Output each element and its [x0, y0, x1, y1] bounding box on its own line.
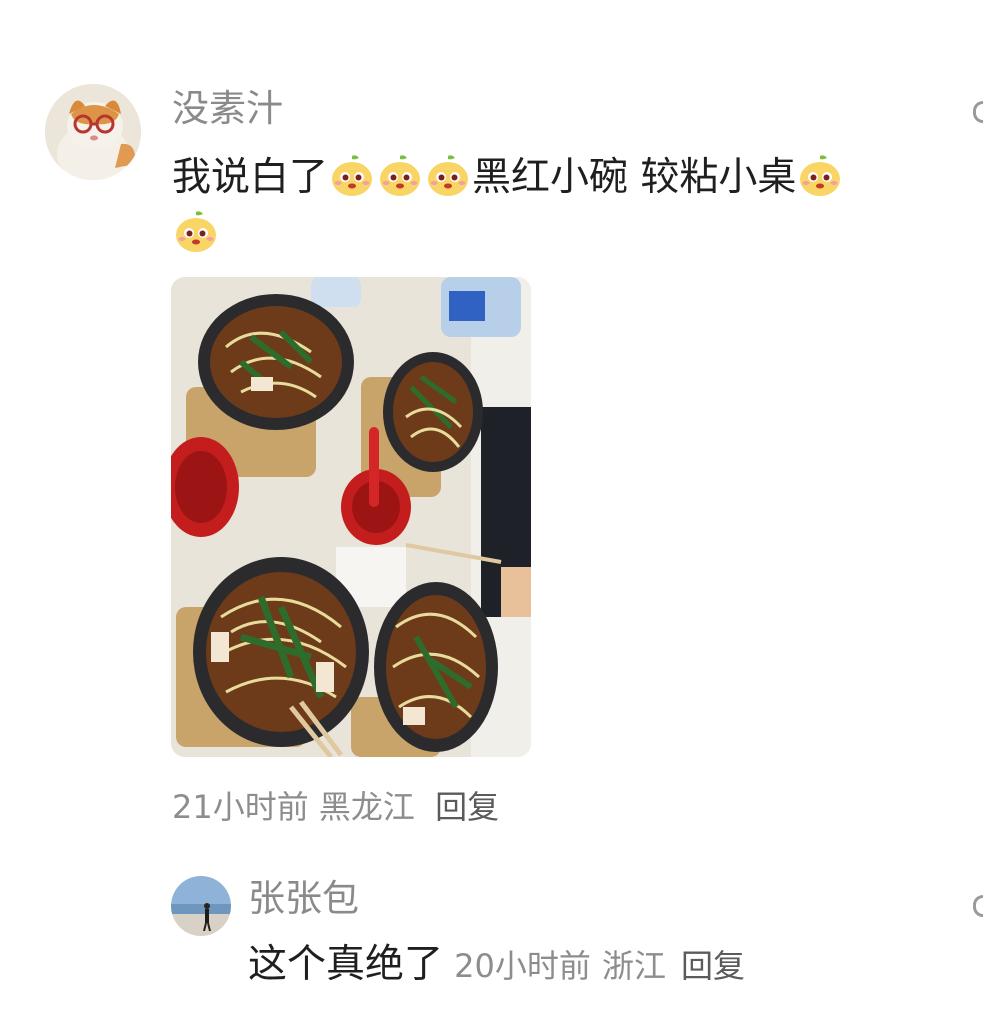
comment-text-part1: 我说白了	[172, 155, 329, 200]
cat-avatar-image	[45, 84, 141, 180]
beach-avatar-image	[171, 876, 231, 936]
reply-location: 浙江	[601, 947, 666, 985]
comment-meta: 21小时前 黑龙江 回复	[172, 786, 499, 828]
comment-text-part2: 黑红小碗 较粘小桌	[472, 155, 797, 200]
more-options-icon[interactable]	[973, 101, 983, 123]
comment-location: 黑龙江	[318, 788, 415, 826]
reply-username[interactable]: 张张包	[248, 876, 359, 922]
reply-time: 20小时前	[454, 947, 591, 985]
noodle-bowls-image	[171, 277, 531, 757]
mango-face-emoji-icon	[428, 155, 469, 196]
reply-reply-button[interactable]: 回复	[681, 947, 745, 985]
reply-button[interactable]: 回复	[435, 788, 499, 826]
reply-content: 这个真绝了 20小时前 浙江 回复	[248, 940, 745, 997]
mango-face-emoji-icon	[800, 155, 841, 196]
mango-face-emoji-icon	[332, 155, 373, 196]
comment-text: 我说白了 黑红小碗 较粘小桌	[172, 150, 912, 262]
reply-text: 这个真绝了	[248, 942, 444, 987]
reply-avatar[interactable]	[171, 876, 231, 936]
mango-face-emoji-icon	[176, 211, 216, 252]
avatar[interactable]	[45, 84, 141, 180]
comment-username[interactable]: 没素汁	[172, 86, 283, 132]
comment-time: 21小时前	[172, 788, 309, 826]
comment-photo[interactable]	[171, 277, 531, 757]
mango-face-emoji-icon	[380, 155, 421, 196]
reply-more-options-icon[interactable]	[973, 895, 983, 917]
